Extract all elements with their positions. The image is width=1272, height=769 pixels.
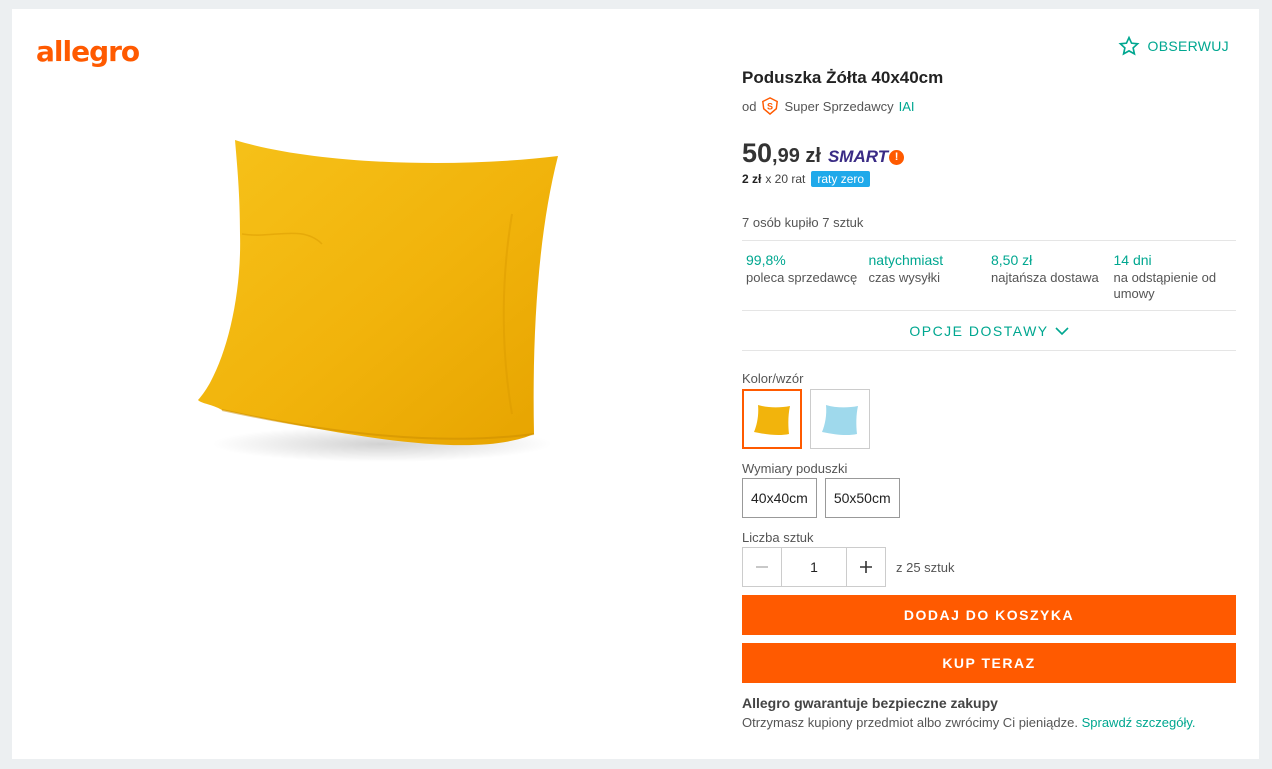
- stat-value: 99,8%: [746, 252, 786, 268]
- buy-now-button[interactable]: KUP TERAZ: [742, 643, 1236, 683]
- stat-value: natychmiast: [868, 252, 944, 268]
- dimensions-label: Wymiary poduszki: [742, 461, 848, 476]
- size-option-40x40[interactable]: 40x40cm: [742, 478, 817, 518]
- raty-zero-badge[interactable]: raty zero: [811, 171, 871, 187]
- product-image[interactable]: [182, 74, 560, 479]
- seller-prefix: od: [742, 98, 757, 114]
- color-option-yellow[interactable]: [742, 389, 802, 449]
- price-cents: ,99 zł: [772, 145, 821, 167]
- seller-name-link[interactable]: IAI: [899, 99, 915, 114]
- quantity-label: Liczba sztuk: [742, 530, 814, 545]
- quantity-stepper: [742, 547, 886, 587]
- delivery-options-label: OPCJE DOSTAWY: [909, 323, 1049, 339]
- bought-count: 7 osób kupiło 7 sztuk: [742, 215, 1236, 241]
- blue-pillow-thumbnail: [822, 405, 858, 436]
- super-seller-icon: S: [762, 97, 779, 115]
- stat-recommend: 99,8% poleca sprzedawcę: [746, 252, 869, 302]
- guarantee-text: Otrzymasz kupiony przedmiot albo zwrócim…: [742, 715, 1236, 730]
- guarantee-description: Otrzymasz kupiony przedmiot albo zwrócim…: [742, 715, 1078, 730]
- smart-badge: SMART !: [827, 147, 905, 167]
- stat-value: 14 dni: [1113, 252, 1152, 268]
- stat-label: najtańsza dostawa: [991, 270, 1099, 285]
- price-main: 50: [742, 138, 773, 168]
- star-outline-icon: [1117, 35, 1140, 56]
- dimension-options: 40x40cm 50x50cm: [742, 478, 1236, 518]
- svg-text:S: S: [767, 102, 773, 112]
- quantity-available: z 25 sztuk: [896, 559, 955, 575]
- chevron-down-icon: [1055, 327, 1069, 336]
- add-to-cart-button[interactable]: DODAJ DO KOSZYKA: [742, 595, 1236, 635]
- smart-label: SMART: [827, 147, 889, 166]
- installments-line: 2 zł x 20 rat raty zero: [742, 171, 1236, 187]
- installment-amount: 2 zł: [742, 172, 762, 186]
- guarantee-details-link[interactable]: Sprawdź szczegóły.: [1082, 715, 1196, 730]
- minus-icon: [756, 566, 768, 568]
- stat-value: 8,50 zł: [991, 252, 1033, 268]
- plus-icon: [860, 561, 872, 573]
- size-option-50x50[interactable]: 50x50cm: [824, 478, 900, 518]
- allegro-logo[interactable]: allegro: [36, 35, 140, 68]
- yellow-pillow-image: [198, 140, 558, 462]
- price-block: 50,99 zł SMART !: [742, 138, 1236, 169]
- color-swatches: [742, 389, 1236, 449]
- installment-count: x 20 rat: [765, 172, 806, 186]
- stat-label: poleca sprzedawcę: [746, 270, 858, 285]
- smart-exclamation-icon: !: [889, 149, 905, 165]
- quantity-row: z 25 sztuk: [742, 547, 1236, 587]
- color-option-light-blue[interactable]: [810, 389, 870, 449]
- yellow-pillow-thumbnail: [754, 405, 790, 436]
- stat-shipping-time: natychmiast czas wysyłki: [869, 252, 992, 302]
- seller-line: od S Super Sprzedawcy IAI: [742, 97, 1236, 115]
- color-label: Kolor/wzór: [742, 371, 804, 386]
- product-card: allegro OBSERWUJ Poduszka Żółta 40x40cm …: [12, 9, 1259, 759]
- seller-stats: 99,8% poleca sprzedawcę natychmiast czas…: [742, 241, 1236, 311]
- guarantee-title: Allegro gwarantuje bezpieczne zakupy: [742, 695, 998, 711]
- watch-button[interactable]: OBSERWUJ: [1117, 35, 1230, 57]
- stat-label: na odstąpienie od umowy: [1113, 270, 1217, 301]
- watch-label: OBSERWUJ: [1147, 38, 1229, 54]
- product-info: Poduszka Żółta 40x40cm od S Super Sprzed…: [742, 65, 1236, 730]
- quantity-input[interactable]: [781, 548, 847, 586]
- product-title: Poduszka Żółta 40x40cm: [742, 68, 944, 87]
- delivery-options-toggle[interactable]: OPCJE DOSTAWY: [742, 311, 1236, 351]
- stat-return-period: 14 dni na odstąpienie od umowy: [1114, 252, 1237, 302]
- stat-label: czas wysyłki: [868, 270, 941, 285]
- stat-cheapest-delivery: 8,50 zł najtańsza dostawa: [991, 252, 1114, 302]
- seller-label: Super Sprzedawcy: [784, 98, 894, 114]
- quantity-increase-button[interactable]: [847, 548, 885, 586]
- quantity-decrease-button[interactable]: [743, 548, 781, 586]
